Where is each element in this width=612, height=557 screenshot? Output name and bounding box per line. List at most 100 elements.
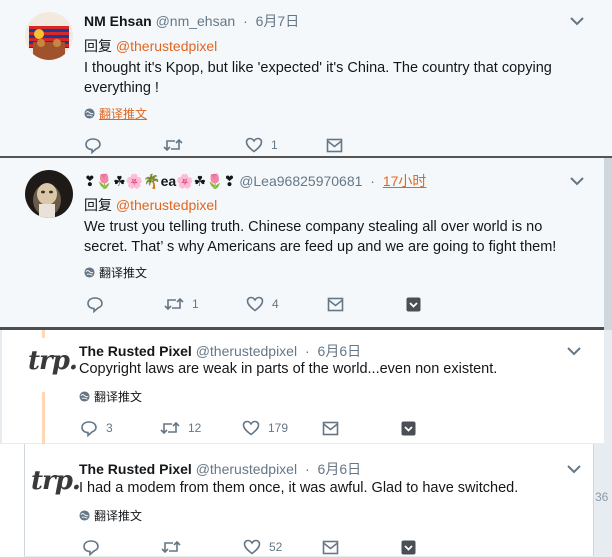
- avatar-logo[interactable]: trp.: [28, 346, 78, 376]
- separator-dot: ·: [243, 13, 248, 29]
- retweet-button[interactable]: 1: [164, 294, 199, 314]
- display-name[interactable]: NM Ehsan: [84, 13, 152, 29]
- handle[interactable]: @therustedpixel: [196, 461, 297, 477]
- envelope-icon: [326, 138, 343, 152]
- divider: [0, 444, 24, 557]
- timestamp[interactable]: 6月6日: [318, 343, 362, 359]
- envelope-icon: [322, 540, 339, 554]
- tweet-actions: 1: [0, 135, 612, 157]
- tweet-1[interactable]: NM Ehsan @nm_ehsan · 6月7日 回复 @therustedp…: [0, 0, 612, 157]
- reply-prefix: 回复: [84, 197, 112, 213]
- direct-message-button[interactable]: [327, 294, 344, 314]
- tweet-header: The Rusted Pixel @therustedpixel · 6月6日: [79, 341, 361, 361]
- chevron-down-icon[interactable]: [566, 463, 582, 475]
- like-count: 1: [271, 138, 278, 152]
- chevron-down-icon[interactable]: [569, 175, 585, 187]
- divider: [604, 158, 612, 330]
- retweet-button[interactable]: [161, 537, 189, 557]
- heart-icon: [242, 420, 260, 436]
- tweet-2[interactable]: ❣🌷☘🌸🌴ea🌸☘🌷❣ @Lea96825970681 · 17小时 回复 @t…: [0, 158, 604, 328]
- reply-icon: [87, 296, 103, 313]
- heart-icon: [245, 137, 263, 153]
- chevron-down-icon[interactable]: [566, 345, 582, 357]
- like-button[interactable]: 179: [242, 418, 288, 438]
- display-name[interactable]: The Rusted Pixel: [79, 461, 192, 477]
- tweet-actions: 52: [25, 537, 595, 557]
- retweet-icon: [164, 297, 184, 311]
- retweet-count: 12: [188, 421, 202, 435]
- reply-button[interactable]: 3: [80, 418, 113, 438]
- like-button[interactable]: 52: [243, 537, 282, 557]
- retweet-icon: [160, 421, 180, 435]
- direct-message-button[interactable]: [322, 537, 339, 557]
- chevron-box-icon: [406, 297, 421, 311]
- timestamp[interactable]: 6月6日: [318, 461, 362, 477]
- avatar[interactable]: [25, 12, 73, 60]
- heart-icon: [246, 296, 264, 312]
- tweet-header: NM Ehsan @nm_ehsan · 6月7日: [84, 11, 299, 31]
- avatar-logo[interactable]: trp.: [31, 466, 81, 496]
- retweet-icon: [163, 138, 183, 152]
- reply-icon: [83, 539, 99, 556]
- translate-label: 翻译推文: [99, 107, 148, 121]
- like-button[interactable]: 1: [245, 135, 278, 155]
- display-name[interactable]: The Rusted Pixel: [79, 343, 192, 359]
- tweet-3[interactable]: trp. The Rusted Pixel @therustedpixel · …: [2, 330, 604, 444]
- envelope-icon: [322, 421, 339, 435]
- globe-icon: [84, 108, 95, 119]
- retweet-button[interactable]: 12: [160, 418, 201, 438]
- handle[interactable]: @Lea96825970681: [239, 173, 362, 189]
- reply-button[interactable]: [82, 537, 108, 557]
- analytics-button[interactable]: [401, 537, 416, 557]
- retweet-icon: [161, 540, 181, 554]
- chevron-box-icon: [401, 421, 416, 435]
- translate-tweet-link[interactable]: 翻译推文: [84, 264, 147, 281]
- retweet-count: 1: [192, 297, 199, 311]
- reply-mention-link[interactable]: @therustedpixel: [116, 197, 217, 213]
- reply-count: 3: [106, 421, 113, 435]
- like-button[interactable]: 4: [246, 294, 279, 314]
- tweet-text: I thought it's Kpop, but like 'expected'…: [84, 60, 552, 96]
- direct-message-button[interactable]: [326, 135, 343, 155]
- envelope-icon: [327, 297, 344, 311]
- tweet-text: Copyright laws are weak in parts of the …: [79, 361, 498, 377]
- direct-message-button[interactable]: [322, 418, 339, 438]
- translate-label: 翻译推文: [94, 509, 143, 523]
- translate-tweet-link[interactable]: 翻译推文: [79, 388, 142, 405]
- translate-label: 翻译推文: [94, 390, 143, 404]
- thread-line: [42, 330, 45, 338]
- separator-dot: ·: [370, 173, 375, 189]
- handle[interactable]: @therustedpixel: [196, 343, 297, 359]
- analytics-button[interactable]: [406, 294, 421, 314]
- globe-icon: [79, 391, 90, 402]
- separator-dot: ·: [304, 343, 310, 359]
- reply-mention-link[interactable]: @therustedpixel: [116, 38, 217, 54]
- translate-tweet-link[interactable]: 翻译推文: [79, 507, 142, 524]
- timestamp[interactable]: 6月7日: [256, 13, 300, 29]
- edge-fragment: 36: [595, 490, 609, 504]
- tweet-actions: 1 4: [0, 294, 604, 316]
- tweet-4[interactable]: trp. The Rusted Pixel @therustedpixel · …: [24, 444, 594, 557]
- tweet-text: We trust you telling truth. Chinese comp…: [84, 219, 557, 255]
- reply-prefix: 回复: [84, 38, 112, 54]
- heart-icon: [243, 539, 261, 555]
- avatar[interactable]: [25, 170, 73, 218]
- reply-context: 回复 @therustedpixel: [84, 195, 217, 215]
- reply-button[interactable]: [84, 135, 110, 155]
- like-count: 4: [272, 297, 279, 311]
- separator-dot: ·: [304, 461, 310, 477]
- display-name[interactable]: ❣🌷☘🌸🌴ea🌸☘🌷❣: [84, 173, 235, 189]
- chevron-down-icon[interactable]: [569, 15, 585, 27]
- tweet-text: I had a modem from them once, it was awf…: [79, 480, 519, 496]
- translate-tweet-link[interactable]: 翻译推文: [84, 105, 147, 122]
- reply-button[interactable]: [86, 294, 112, 314]
- tweet-header: The Rusted Pixel @therustedpixel · 6月6日: [79, 459, 361, 479]
- tweet-actions: 3 12 179: [2, 418, 604, 440]
- chevron-box-icon: [401, 540, 416, 554]
- reply-icon: [85, 137, 101, 154]
- analytics-button[interactable]: [401, 418, 416, 438]
- timestamp[interactable]: 17小时: [383, 173, 427, 189]
- tweet-header: ❣🌷☘🌸🌴ea🌸☘🌷❣ @Lea96825970681 · 17小时: [84, 171, 426, 191]
- handle[interactable]: @nm_ehsan: [156, 13, 236, 29]
- retweet-button[interactable]: [163, 135, 191, 155]
